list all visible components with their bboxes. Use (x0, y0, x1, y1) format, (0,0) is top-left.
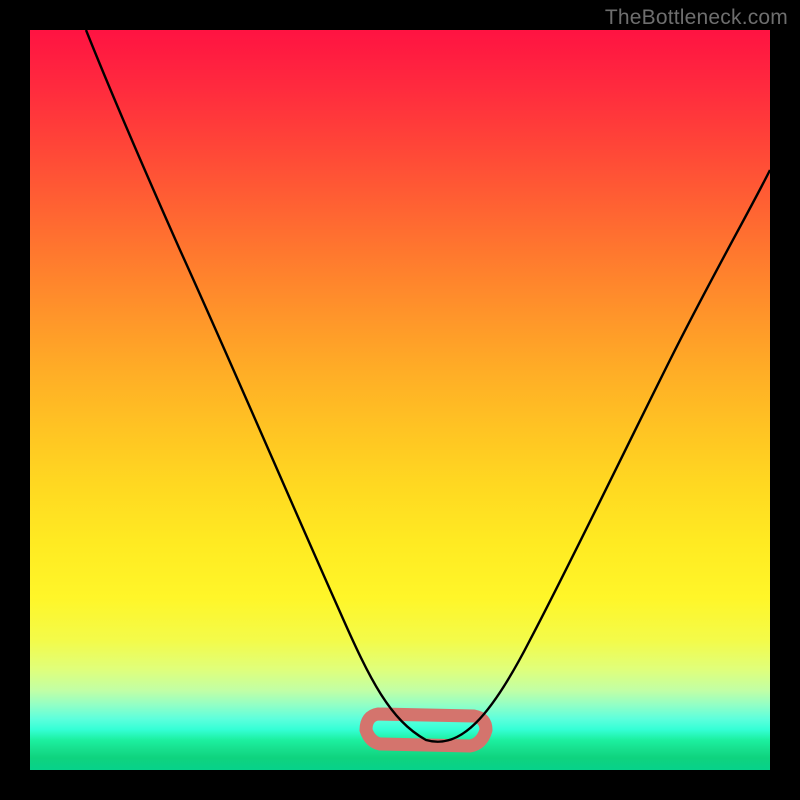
bottleneck-curve-svg (30, 30, 770, 770)
chart-frame: TheBottleneck.com (0, 0, 800, 800)
bottleneck-curve-path (86, 30, 770, 742)
watermark-label: TheBottleneck.com (605, 6, 788, 30)
plot-area (30, 30, 770, 770)
